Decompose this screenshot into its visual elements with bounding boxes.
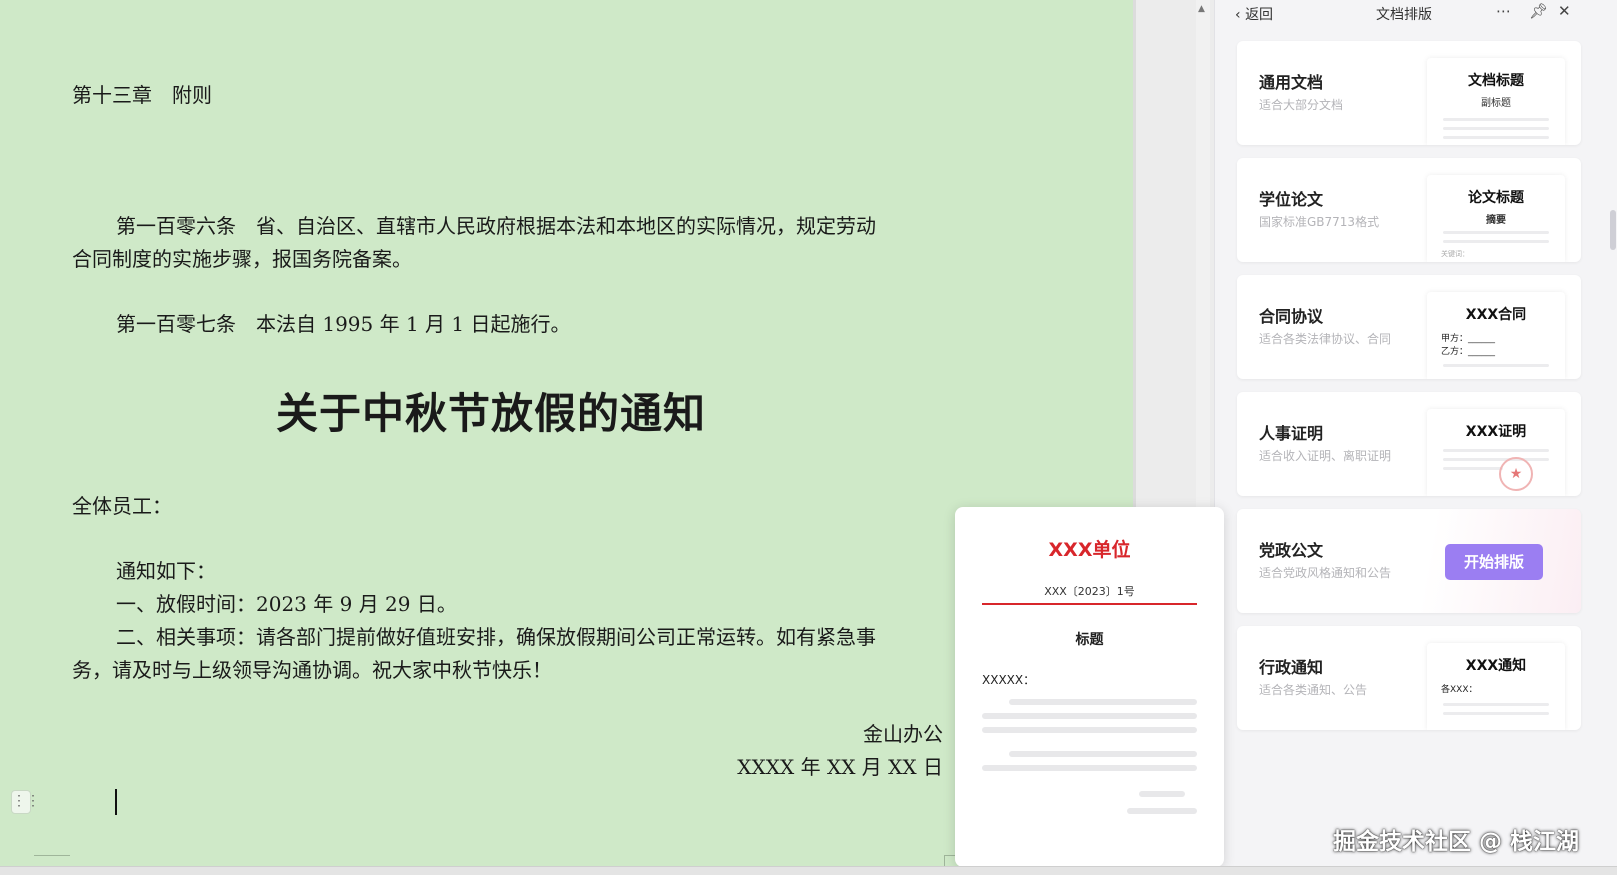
thumb-subtitle: 副标题 <box>1481 98 1511 109</box>
chevron-left-icon: ‹ <box>1235 7 1246 23</box>
notice-item-1: 一、放假时间：2023 年 9 月 29 日。 <box>116 592 457 616</box>
notice-item-2-line1: 二、相关事项：请各部门提前做好值班安排，确保放假期间公司正常运转。如有紧急事 <box>116 625 876 649</box>
card-desc: 适合各类通知、公告 <box>1259 683 1368 697</box>
preview-unit-name: XXX单位 <box>1048 539 1131 561</box>
thumb-keywords: 关键词： <box>1441 250 1469 258</box>
margin-mark-left <box>34 855 70 856</box>
preview-line <box>982 727 1197 733</box>
scroll-up-arrow-icon[interactable]: ▲ <box>1198 4 1205 14</box>
card-title: 学位论文 <box>1259 190 1324 209</box>
card-thumbnail: XXX证明 ★ <box>1427 409 1565 496</box>
thumb-title: XXX证明 <box>1465 424 1527 440</box>
card-thumbnail: XXX通知 各XXX： <box>1427 643 1565 730</box>
notice-item-2-line2: 务，请及时与上级领导沟通协调。祝大家中秋节快乐！ <box>72 658 552 682</box>
thumb-line <box>1443 127 1549 130</box>
thumb-addressee: 各XXX： <box>1441 685 1478 695</box>
card-desc: 适合大部分文档 <box>1259 98 1344 112</box>
panel-title: 文档排版 <box>1376 7 1432 23</box>
thumb-line <box>1443 467 1503 470</box>
back-button[interactable]: ‹ 返回 <box>1235 4 1273 24</box>
thumb-line <box>1443 136 1549 139</box>
close-icon[interactable]: ✕ <box>1558 2 1571 20</box>
watermark: 掘金技术社区 @ 栈江湖 <box>1333 829 1580 855</box>
preview-addressee: XXXXX： <box>982 673 1036 687</box>
card-thumbnail: 论文标题 摘要 关键词： <box>1427 175 1565 262</box>
preview-line <box>1009 699 1197 705</box>
thumb-party-b: 乙方：______ <box>1441 347 1496 357</box>
seal-icon: ★ <box>1499 457 1533 491</box>
thumb-title: XXX合同 <box>1465 307 1527 323</box>
panel-header: ‹ 返回 文档排版 ⋯ 📌︎ ✕ <box>1215 0 1617 26</box>
template-card-thesis[interactable]: 学位论文 国家标准GB7713格式 论文标题 摘要 关键词： <box>1237 158 1581 262</box>
template-preview-popup: XXX单位 XXX〔2023〕1号 标题 XXXXX： <box>955 507 1224 867</box>
card-desc: 适合收入证明、离职证明 <box>1259 449 1392 463</box>
card-desc: 适合党政风格通知和公告 <box>1259 566 1392 580</box>
thumb-line <box>1443 458 1549 461</box>
thumb-title: XXX通知 <box>1465 658 1527 674</box>
signature: 金山办公 <box>863 722 943 746</box>
card-desc: 适合各类法律协议、合同 <box>1259 332 1392 346</box>
start-layout-button[interactable]: 开始排版 <box>1445 544 1543 580</box>
notice-intro: 通知如下： <box>116 559 216 583</box>
thumb-title: 论文标题 <box>1468 190 1524 206</box>
pin-icon[interactable]: 📌︎ <box>1529 2 1548 20</box>
preview-line <box>982 765 1197 771</box>
template-card-hr-certificate[interactable]: 人事证明 适合收入证明、离职证明 XXX证明 ★ <box>1237 392 1581 496</box>
salutation: 全体员工： <box>72 494 172 518</box>
preview-line <box>982 713 1197 719</box>
thumb-line <box>1443 364 1549 367</box>
article-106-line1: 第一百零六条 省、自治区、直辖市人民政府根据本法和本地区的实际情况，规定劳动 <box>116 214 876 238</box>
thumb-line <box>1443 118 1549 121</box>
panel-scrollbar[interactable] <box>1610 210 1616 250</box>
card-thumbnail: XXX合同 甲方：______ 乙方：______ <box>1427 292 1565 379</box>
card-title: 行政通知 <box>1259 658 1324 677</box>
notice-title: 关于中秋节放假的通知 <box>276 389 707 438</box>
preview-red-rule <box>982 603 1197 605</box>
article-106-line2: 合同制度的实施步骤，报国务院备案。 <box>72 247 412 271</box>
margin-mark-right <box>944 855 955 866</box>
thumb-line <box>1443 703 1549 706</box>
card-title: 通用文档 <box>1259 73 1324 92</box>
card-title: 党政公文 <box>1259 541 1324 560</box>
back-label: 返回 <box>1245 7 1274 23</box>
thumb-party-a: 甲方：______ <box>1441 334 1496 344</box>
preview-title: 标题 <box>1075 632 1104 648</box>
more-icon[interactable]: ⋯ <box>1496 2 1511 20</box>
template-card-contract[interactable]: 合同协议 适合各类法律协议、合同 XXX合同 甲方：______ 乙方：____… <box>1237 275 1581 379</box>
text-cursor <box>115 789 117 815</box>
template-card-party-government[interactable]: 党政公文 适合党政风格通知和公告 开始排版 <box>1237 509 1581 613</box>
preview-doc-number: XXX〔2023〕1号 <box>1044 585 1135 598</box>
thumb-line <box>1443 449 1549 452</box>
preview-line <box>1139 791 1185 797</box>
chapter-heading: 第十三章 附则 <box>72 83 212 107</box>
card-title: 人事证明 <box>1259 424 1324 443</box>
thumb-title: 文档标题 <box>1468 73 1524 89</box>
template-card-admin-notice[interactable]: 行政通知 适合各类通知、公告 XXX通知 各XXX： <box>1237 626 1581 730</box>
template-card-general[interactable]: 通用文档 适合大部分文档 文档标题 副标题 <box>1237 41 1581 145</box>
preview-line <box>1009 751 1197 757</box>
thumb-line <box>1443 712 1549 715</box>
signature-date: XXXX 年 XX 月 XX 日 <box>737 755 943 779</box>
thumb-line <box>1443 240 1549 243</box>
thumb-subtitle: 摘要 <box>1486 215 1506 226</box>
layout-panel: ‹ 返回 文档排版 ⋯ 📌︎ ✕ 通用文档 适合大部分文档 文档标题 副标题 学… <box>1214 0 1617 866</box>
card-desc: 国家标准GB7713格式 <box>1259 215 1380 229</box>
drag-handle-icon[interactable]: ⋮⋮ <box>11 790 40 814</box>
card-title: 合同协议 <box>1259 307 1324 326</box>
thumb-line <box>1443 231 1549 234</box>
card-thumbnail: 文档标题 副标题 <box>1427 58 1565 145</box>
article-107: 第一百零七条 本法自 1995 年 1 月 1 日起施行。 <box>116 312 571 336</box>
preview-line <box>1127 808 1197 814</box>
